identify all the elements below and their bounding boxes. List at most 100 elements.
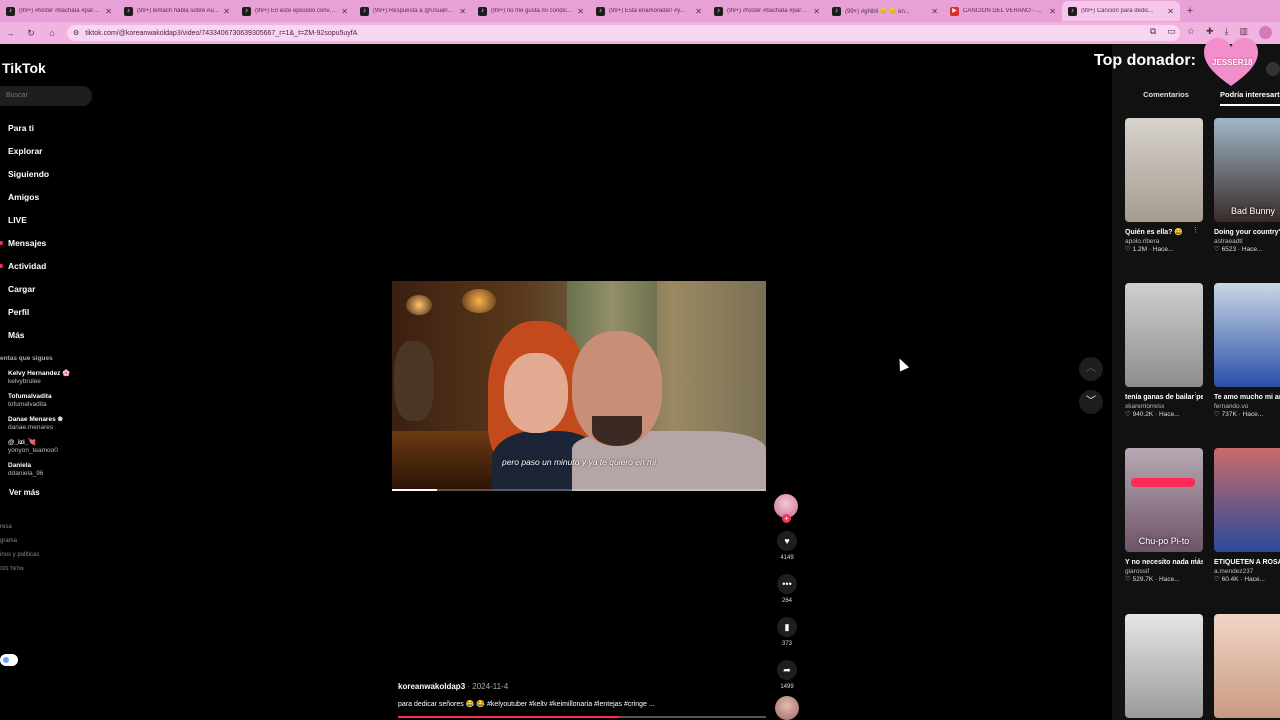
feed-scrub-bar[interactable] xyxy=(398,716,766,718)
video-thumbnail[interactable] xyxy=(1125,118,1203,222)
video-progress-bar[interactable] xyxy=(392,489,766,491)
more-options-icon[interactable]: ⋮ xyxy=(1192,226,1199,234)
followed-account[interactable]: Daniela ddaniela_96 xyxy=(8,462,70,485)
sidebar-item-4[interactable]: LIVE xyxy=(0,208,49,231)
star-icon[interactable]: ☆ xyxy=(1187,26,1195,39)
browser-tab[interactable]: ♪ (99+) Canción para dedic... ✕ xyxy=(1062,1,1180,21)
card-stats: ♡ 1.2M · Hace... xyxy=(1125,246,1174,253)
footer-link[interactable]: inos y políticas xyxy=(0,548,39,562)
main-nav: Para ti Explorar Siguiendo Amigos LIVE Mensaj… xyxy=(0,116,49,346)
close-icon[interactable]: ✕ xyxy=(1049,7,1056,16)
sidebar-item-2[interactable]: Siguiendo xyxy=(0,162,49,185)
cast-icon[interactable]: ▭ xyxy=(1167,26,1176,39)
follow-plus-icon[interactable]: + xyxy=(782,514,791,523)
suggested-video-card[interactable]: Bad Bunny Doing your country's most... ast… xyxy=(1214,118,1280,253)
sidebar-item-3[interactable]: Amigos xyxy=(0,185,49,208)
creator-avatar[interactable]: + xyxy=(774,494,798,523)
browser-tab[interactable]: ♪ (99+) #foster #bachata #parq... ✕ xyxy=(708,1,826,21)
sidebar-item-0[interactable]: Para ti xyxy=(0,116,49,139)
tab-suggested[interactable]: Podría interesarte xyxy=(1220,86,1280,106)
sidebar-item-6[interactable]: Actividad xyxy=(0,254,49,277)
followed-account[interactable]: @_izi_💘 yonyon_teamoo0 xyxy=(8,439,70,462)
tab-comments[interactable]: Comentarios xyxy=(1112,86,1220,106)
followed-account[interactable]: Kelvy Hernandez 🌸 kelvybrulee xyxy=(8,370,70,393)
browser-tab[interactable]: ♪ (99+) #ghibli 😊 😊 en... ✕ xyxy=(826,1,944,21)
suggested-video-card[interactable] xyxy=(1214,614,1280,718)
browser-tab[interactable]: ♪ (99+) lemách habla sobre Au... ✕ xyxy=(118,1,236,21)
back-icon[interactable]: → xyxy=(4,28,16,38)
close-icon[interactable]: ✕ xyxy=(341,7,348,16)
video-thumbnail[interactable] xyxy=(1214,283,1280,387)
card-username[interactable]: a.mendez237 xyxy=(1214,568,1280,575)
close-icon[interactable]: ✕ xyxy=(223,7,230,16)
home-icon[interactable]: ⌂ xyxy=(46,28,58,38)
browser-tab[interactable]: ▶ CANCIÓN DEL VERANO - Yo... ✕ xyxy=(944,1,1062,21)
new-tab-icon[interactable]: + xyxy=(1180,5,1200,17)
browser-tab[interactable]: ♪ (99+) #foster #bachata #parq... ✕ xyxy=(0,1,118,21)
browser-tab[interactable]: ♪ (99+) En este episodio conve... ✕ xyxy=(236,1,354,21)
sidebar-item-1[interactable]: Explorar xyxy=(0,139,49,162)
suggested-video-card[interactable]: Chu-po Pi-toY no necesito nada más 😍 😂 .… xyxy=(1125,448,1203,583)
share-count: 1499 xyxy=(780,684,794,690)
video-thumbnail[interactable]: Bad Bunny xyxy=(1214,118,1280,222)
close-icon[interactable]: ✕ xyxy=(813,7,820,16)
tiktok-icon: ♪ xyxy=(6,6,15,16)
video-thumbnail[interactable]: Chu-po Pi-to xyxy=(1125,448,1203,552)
close-icon[interactable]: ✕ xyxy=(577,7,584,16)
close-icon[interactable]: ✕ xyxy=(105,7,112,16)
suggested-video-card[interactable]: Quién es ella? 😄 apolo.ribera ♡ 1.2M · Hac… xyxy=(1125,118,1203,253)
author-name[interactable]: koreanwakoldap3 xyxy=(398,682,465,691)
address-bar[interactable]: ⚙ tiktok.com/@koreanwakoldap3/video/7433… xyxy=(67,25,1180,41)
video-caption[interactable]: para dedicar señores 😂 😂 #kelyoutuber #k… xyxy=(398,700,655,708)
close-icon[interactable]: ✕ xyxy=(695,7,702,16)
more-options-icon[interactable]: ⋮ xyxy=(1192,556,1199,564)
footer-link[interactable]: resa xyxy=(0,520,39,534)
sidebar-item-8[interactable]: Perfil xyxy=(0,300,49,323)
translate-icon[interactable]: ⧉ xyxy=(1150,26,1156,39)
chevron-down-icon[interactable]: ﹀ xyxy=(1079,390,1103,414)
suggested-video-card[interactable]: tenía ganas de bailar pero lo...xkarento… xyxy=(1125,283,1203,418)
heart-icon[interactable]: ♥ xyxy=(777,531,797,551)
account-handle: tofumalvadita xyxy=(8,401,47,408)
card-username[interactable]: fernando.vo xyxy=(1214,403,1280,410)
toggle-switch[interactable] xyxy=(0,654,18,666)
browser-tab[interactable]: ♪ (99+) Esta enamorada!! #y... ✕ xyxy=(590,1,708,21)
site-info-icon[interactable]: ⚙ xyxy=(73,29,79,37)
profile-avatar[interactable] xyxy=(1259,26,1272,39)
card-username[interactable]: giarossif xyxy=(1125,568,1203,575)
sidebar-item-7[interactable]: Cargar xyxy=(0,277,49,300)
video-thumbnail[interactable] xyxy=(1125,614,1203,718)
suggested-video-card[interactable]: Te amo mucho mi amor #couple @... fernand… xyxy=(1214,283,1280,418)
video-thumbnail[interactable] xyxy=(1125,283,1203,387)
gift-icon[interactable] xyxy=(1266,62,1280,76)
video-thumbnail[interactable] xyxy=(1214,614,1280,718)
close-icon[interactable]: ✕ xyxy=(931,7,938,16)
sidebar-item-5[interactable]: Mensajes xyxy=(0,231,49,254)
video-player[interactable]: pero paso un minuto y ya te quiero en mi xyxy=(392,281,766,491)
card-username[interactable]: apolo.ribera xyxy=(1125,238,1203,245)
browser-tab[interactable]: ♪ (99+) Respuesta a @Usuario... ✕ xyxy=(354,1,472,21)
footer-link[interactable]: grama xyxy=(0,534,39,548)
followed-account[interactable]: Tofumalvadita tofumalvadita xyxy=(8,393,70,416)
tiktok-logo[interactable]: TikTok xyxy=(2,60,46,76)
copyright: 026 TikTok xyxy=(0,566,24,572)
search-input[interactable]: Buscar xyxy=(0,86,92,106)
suggested-video-card[interactable] xyxy=(1125,614,1203,718)
card-username[interactable]: astraeadtl xyxy=(1214,238,1280,245)
bookmark-icon[interactable]: ▮ xyxy=(777,617,797,637)
followed-account[interactable]: Danae Menares ❀ danae.menares xyxy=(8,416,70,439)
close-icon[interactable]: ✕ xyxy=(1167,7,1174,16)
card-username[interactable]: xkarentorresx xyxy=(1125,403,1203,410)
music-disc-avatar[interactable] xyxy=(775,696,799,720)
comment-icon[interactable]: ••• xyxy=(777,574,797,594)
reload-icon[interactable]: ↻ xyxy=(25,28,37,39)
chevron-up-icon[interactable]: ︿ xyxy=(1079,357,1103,381)
suggested-video-card[interactable]: ETIQUETEN A ROSALÍA, la... a.mendez237♡ 6… xyxy=(1214,448,1280,583)
sidebar-item-9[interactable]: Más xyxy=(0,323,49,346)
video-thumbnail[interactable] xyxy=(1214,448,1280,552)
share-icon[interactable]: ➦ xyxy=(777,660,797,680)
browser-tab[interactable]: ♪ (99+) no me gusta mi condició... ✕ xyxy=(472,1,590,21)
more-options-icon[interactable]: ⋮ xyxy=(1192,391,1199,399)
see-more-link[interactable]: Ver más xyxy=(9,488,40,497)
close-icon[interactable]: ✕ xyxy=(459,7,466,16)
